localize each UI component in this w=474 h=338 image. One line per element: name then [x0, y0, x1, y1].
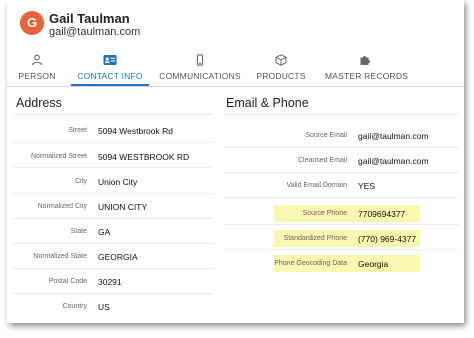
normalized-city-value: UNION CITY: [98, 202, 148, 212]
tab-master-records[interactable]: MASTER RECORDS: [325, 50, 409, 86]
state-label: State: [70, 228, 87, 235]
street-label: Street: [68, 127, 87, 134]
normalized-street-value: 5094 WESTBROOK RD: [98, 152, 190, 162]
row-divider: [224, 172, 458, 173]
source-email-value: gail@taulman.com: [358, 131, 429, 141]
postal-code-value: 30291: [98, 277, 122, 287]
city-value: Union City: [98, 177, 138, 187]
tab-label: PRODUCTS: [256, 71, 306, 81]
row-divider: [13, 218, 213, 219]
phone-geocoding-value: Georgia: [358, 259, 389, 269]
tab-label: MASTER RECORDS: [325, 71, 409, 81]
row-divider: [13, 268, 213, 269]
avatar[interactable]: G: [20, 11, 44, 35]
contact-name: Gail Taulman: [49, 11, 130, 26]
country-label: Country: [62, 303, 87, 310]
source-email-label: Source Email: [305, 132, 347, 139]
contact-card-icon: [103, 55, 117, 65]
source-phone-value: 7709694377: [358, 209, 406, 219]
email-phone-title-underline: [224, 114, 458, 115]
normalized-city-label: Normalized City: [37, 203, 87, 210]
row-divider: [13, 142, 213, 143]
country-value: US: [98, 302, 110, 312]
normalized-street-label: Normalized Street: [30, 153, 87, 160]
row-divider: [224, 224, 458, 225]
contact-email[interactable]: gail@taulman.com: [49, 26, 140, 38]
contact-card: G Gail Taulman gail@taulman.com PERSON C…: [7, 0, 464, 323]
person-icon: [31, 54, 43, 66]
row-divider: [13, 167, 213, 168]
address-title-underline: [13, 114, 213, 115]
row-divider: [13, 243, 213, 244]
standardized-phone-label: Standardized Phone: [283, 235, 347, 242]
normalized-state-label: Normalized State: [33, 253, 87, 260]
tabs-divider: [7, 86, 464, 87]
tab-label: PERSON: [18, 71, 56, 81]
state-value: GA: [98, 227, 111, 237]
tab-contact-info[interactable]: CONTACT INFO: [71, 50, 149, 86]
row-divider: [13, 293, 213, 294]
standardized-phone-value: (770) 969-4377: [358, 234, 417, 244]
cleansed-email-value: gail@taulman.com: [358, 156, 429, 166]
street-value: 5094 Westbrook Rd: [98, 126, 173, 136]
puzzle-icon: [360, 56, 370, 65]
email-phone-section-title: Email & Phone: [226, 96, 309, 110]
source-phone-label: Source Phone: [302, 210, 347, 217]
tab-label: CONTACT INFO: [77, 71, 143, 81]
tab-person[interactable]: PERSON: [13, 50, 61, 86]
phone-icon: [196, 54, 204, 66]
row-divider: [224, 147, 458, 148]
box-icon: [275, 54, 287, 66]
postal-code-label: Postal Code: [48, 278, 87, 285]
normalized-state-value: GEORGIA: [98, 252, 138, 262]
city-label: City: [74, 178, 87, 185]
tab-bar: PERSON CONTACT INFO COMMUNICATIONS PRODU…: [7, 50, 464, 86]
row-divider: [224, 197, 458, 198]
row-divider: [224, 249, 458, 250]
tab-communications[interactable]: COMMUNICATIONS: [159, 50, 241, 86]
tab-label: COMMUNICATIONS: [159, 71, 241, 81]
row-divider: [13, 193, 213, 194]
tab-products[interactable]: PRODUCTS: [256, 50, 306, 86]
phone-geocoding-label: Phone Geocoding Data: [274, 260, 347, 267]
contact-header: G Gail Taulman gail@taulman.com: [7, 0, 464, 48]
cleansed-email-label: Cleansed Email: [297, 157, 347, 164]
address-section-title: Address: [16, 96, 62, 110]
valid-email-domain-label: Valid Email Domain: [286, 182, 347, 189]
valid-email-domain-value: YES: [358, 181, 376, 191]
